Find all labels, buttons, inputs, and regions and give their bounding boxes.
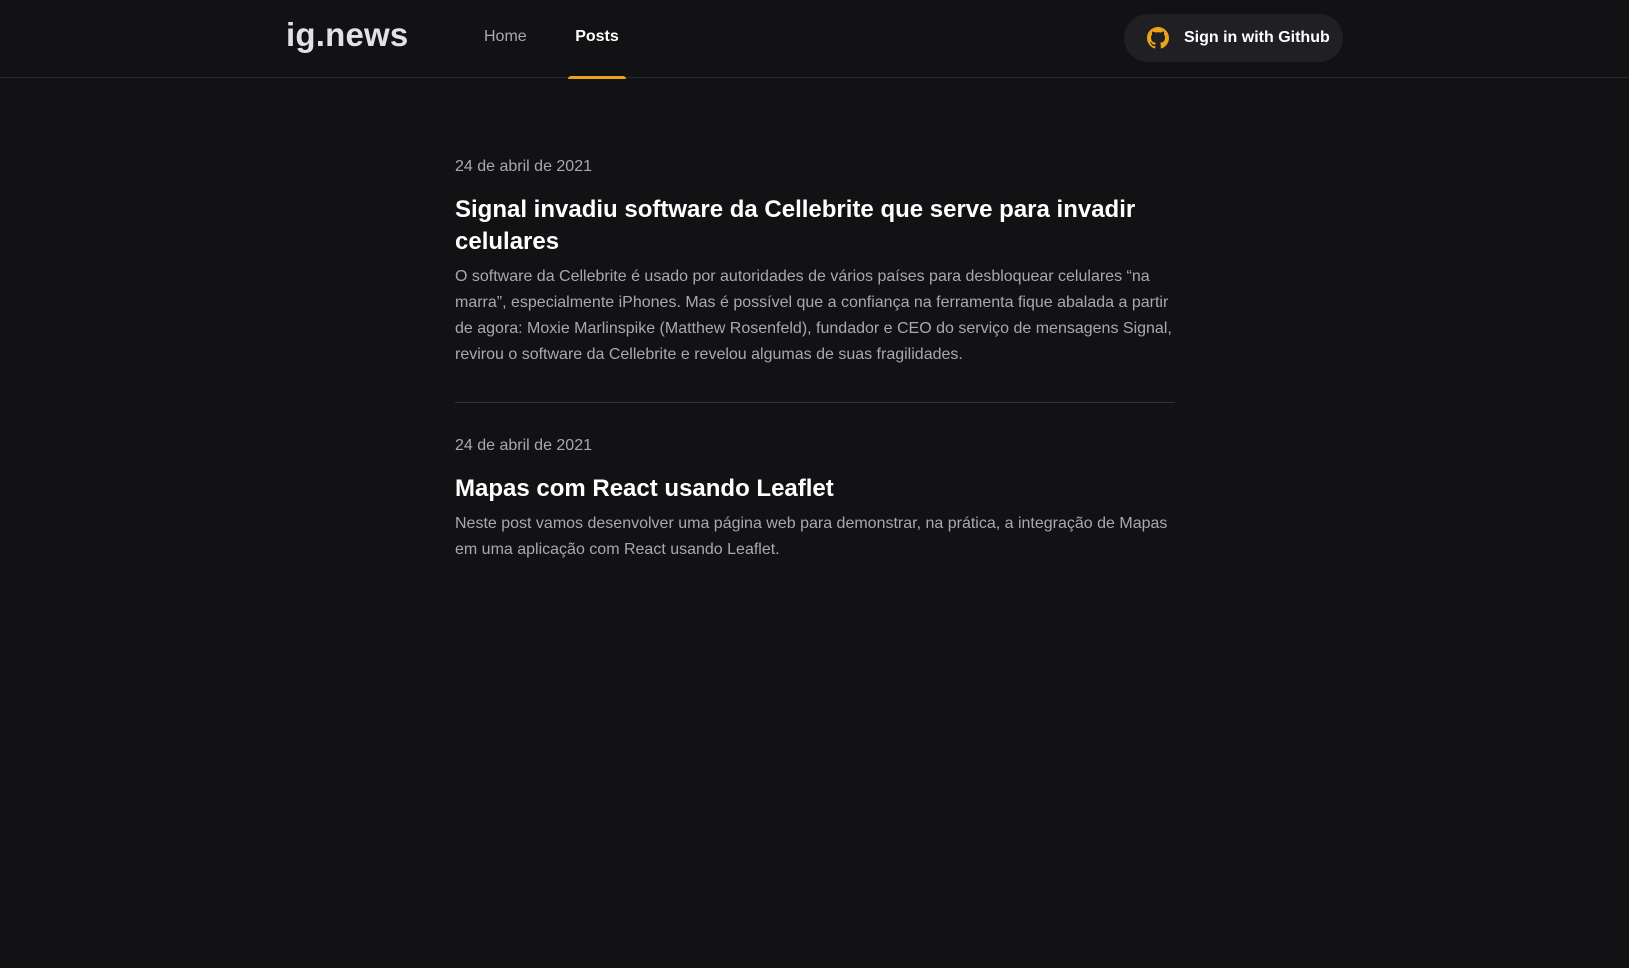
nav-link-posts[interactable]: Posts (568, 0, 626, 79)
sign-in-github-label: Sign in with Github (1184, 29, 1330, 46)
posts-list: 24 de abril de 2021 Signal invadiu softw… (455, 156, 1175, 563)
post-item[interactable]: 24 de abril de 2021 Signal invadiu softw… (455, 156, 1175, 368)
post-excerpt: O software da Cellebrite é usado por aut… (455, 268, 1172, 363)
post-divider (455, 402, 1175, 403)
post-title[interactable]: Mapas com React usando Leaflet (455, 473, 1175, 505)
github-icon (1147, 27, 1169, 49)
sign-in-github-button[interactable]: Sign in with Github (1124, 14, 1343, 62)
post-date: 24 de abril de 2021 (455, 158, 592, 175)
post-excerpt: Neste post vamos desenvolver uma página … (455, 515, 1168, 558)
logo[interactable]: ig.news (286, 16, 408, 54)
nav-link-home[interactable]: Home (484, 0, 527, 78)
post-item[interactable]: 24 de abril de 2021 Mapas com React usan… (455, 435, 1175, 563)
active-nav-indicator (568, 76, 626, 79)
post-date: 24 de abril de 2021 (455, 437, 592, 454)
nav-link-posts-label: Posts (575, 28, 619, 45)
post-title[interactable]: Signal invadiu software da Cellebrite qu… (455, 194, 1175, 258)
site-header: ig.news Home Posts Sign in with Github (0, 0, 1629, 79)
